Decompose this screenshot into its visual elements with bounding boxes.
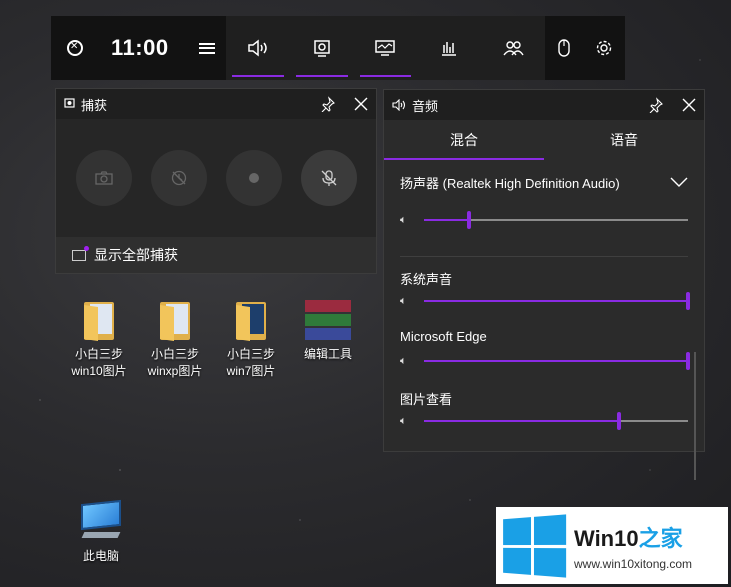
app-name-photo-viewer: 图片查看 <box>400 392 453 407</box>
speaker-icon <box>248 39 267 57</box>
close-icon[interactable] <box>682 98 696 112</box>
app-name-system-sounds: 系统声音 <box>400 272 453 287</box>
close-icon[interactable] <box>354 97 368 111</box>
desktop-icon-label: 小白三步 <box>74 347 123 361</box>
mouse-icon[interactable] <box>557 39 571 57</box>
divider <box>400 256 688 257</box>
device-name: 扬声器 (Realtek High Definition Audio) <box>400 175 620 191</box>
pin-icon[interactable] <box>320 96 336 112</box>
desktop-icon-win7-folder[interactable]: 小白三步 win7图片 <box>216 300 286 380</box>
winrar-icon <box>305 300 351 340</box>
gear-icon[interactable] <box>595 39 613 57</box>
desktop-icon-label: 小白三步 <box>226 347 275 361</box>
capture-widget-icon <box>64 98 75 108</box>
desktop-icon-label: win10图片 <box>71 364 127 378</box>
speaker-small-icon <box>392 99 406 111</box>
pin-icon[interactable] <box>648 97 664 113</box>
windows-logo-icon <box>503 513 567 578</box>
show-all-captures-link[interactable]: 显示全部捕获 <box>56 237 376 273</box>
capture-header: 捕获 <box>56 89 376 119</box>
social-icon <box>503 41 524 56</box>
audio-header: 音频 <box>384 90 704 120</box>
folder-icon <box>234 300 268 341</box>
watermark-url: www.win10xitong.com <box>574 556 693 571</box>
device-volume-slider[interactable] <box>424 211 688 229</box>
device-volume-row: 🔈︎ <box>400 202 688 238</box>
record-last-button[interactable] <box>150 150 207 206</box>
camera-icon <box>94 171 113 185</box>
clock: 11:00 <box>111 35 169 60</box>
audio-widget-tab[interactable] <box>226 16 290 80</box>
audio-title: 音频 <box>412 98 439 114</box>
resources-widget-tab[interactable] <box>417 16 481 80</box>
speaker-icon: 🔈︎ <box>400 354 407 367</box>
desktop-icon-label: win7图片 <box>226 364 276 378</box>
desktop-icon-label: 小白三步 <box>150 347 199 361</box>
desktop-icon-label: 此电脑 <box>82 549 119 563</box>
photo-viewer-volume-slider[interactable] <box>424 412 688 430</box>
social-widget-tab[interactable] <box>481 16 545 80</box>
desktop-icon-win10-folder[interactable]: 小白三步 win10图片 <box>64 300 134 380</box>
chart-icon <box>442 42 457 56</box>
game-bar-home: 11:00 <box>51 16 226 80</box>
game-bar: 11:00 <box>51 16 625 80</box>
desktop-icon-label: 编辑工具 <box>303 347 352 361</box>
performance-icon <box>375 40 396 56</box>
capture-widget: 捕获 显示全部捕获 <box>55 88 377 274</box>
capture-icon <box>313 40 330 57</box>
desktop-icon-edit-tools[interactable]: 编辑工具 <box>293 300 363 363</box>
audio-tabs: 混合 语音 <box>384 120 704 160</box>
speaker-icon: 🔈︎ <box>400 294 407 307</box>
slider-fill <box>424 360 688 362</box>
performance-widget-tab[interactable] <box>354 16 418 80</box>
slider-fill <box>424 420 620 422</box>
mic-off-icon <box>321 170 336 186</box>
capture-buttons <box>56 119 376 237</box>
slider-fill <box>424 219 469 221</box>
app-name-edge: Microsoft Edge <box>400 329 487 344</box>
app-volume-row: 🔈︎ <box>400 343 690 379</box>
capture-widget-tab[interactable] <box>290 16 354 80</box>
start-recording-button[interactable] <box>225 150 282 206</box>
history-icon <box>171 170 186 186</box>
folder-icon <box>82 300 116 341</box>
computer-icon <box>79 499 123 542</box>
screenshot-button[interactable] <box>75 150 132 206</box>
watermark-title: Win10之家 <box>574 525 683 551</box>
audio-scrollbar[interactable] <box>694 352 696 480</box>
edge-volume-slider[interactable] <box>424 352 690 370</box>
slider-thumb[interactable] <box>686 352 690 370</box>
app-volume-row: 🔈︎ <box>400 403 688 439</box>
chevron-down-icon <box>670 177 688 187</box>
widget-tabs <box>226 16 545 80</box>
device-selector[interactable]: 扬声器 (Realtek High Definition Audio) <box>400 162 688 202</box>
app-volume-row: 🔈︎ <box>400 283 690 319</box>
tab-voice[interactable]: 语音 <box>544 120 704 160</box>
system-sounds-volume-slider[interactable] <box>424 292 690 310</box>
record-icon <box>248 173 259 183</box>
desktop-icon-winxp-folder[interactable]: 小白三步 winxp图片 <box>140 300 210 380</box>
folder-icon <box>158 300 192 341</box>
win10-watermark: Win10之家 www.win10xitong.com <box>496 507 728 584</box>
show-all-captures-label: 显示全部捕获 <box>94 247 178 263</box>
gallery-icon <box>72 245 89 261</box>
slider-thumb[interactable] <box>686 292 690 310</box>
mic-toggle-button[interactable] <box>300 150 357 206</box>
xbox-icon[interactable] <box>67 40 83 56</box>
speaker-icon: 🔈︎ <box>400 414 407 427</box>
desktop-icon-label: winxp图片 <box>147 364 203 378</box>
slider-thumb[interactable] <box>617 412 622 430</box>
audio-mixer: 扬声器 (Realtek High Definition Audio) 🔈︎ 系… <box>384 162 704 439</box>
capture-title: 捕获 <box>81 97 108 113</box>
desktop-icon-this-pc[interactable]: 此电脑 <box>66 499 136 565</box>
audio-widget: 音频 混合 语音 扬声器 (Realtek High Definition Au… <box>383 89 705 480</box>
game-bar-settings-area <box>545 16 625 80</box>
speaker-icon: 🔈︎ <box>400 213 407 226</box>
slider-thumb[interactable] <box>466 211 471 229</box>
slider-fill <box>424 300 688 302</box>
menu-icon[interactable] <box>198 42 215 54</box>
tab-mix[interactable]: 混合 <box>384 120 544 160</box>
